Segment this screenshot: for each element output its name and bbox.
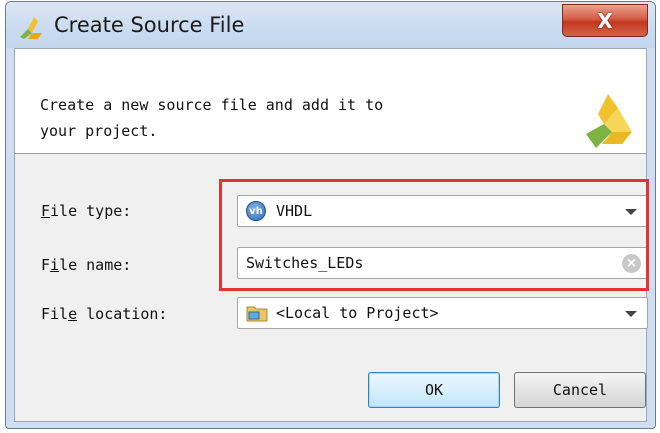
window-title: Create Source File: [54, 13, 245, 37]
clear-icon[interactable]: ×: [622, 254, 641, 273]
vivado-logo-icon: [586, 94, 632, 148]
vhdl-icon: vh: [246, 201, 266, 221]
dialog-body: Create a new source file and add it to y…: [14, 48, 649, 422]
create-source-file-dialog: Create Source File X Create a new source…: [5, 1, 656, 429]
vivado-logo-icon: [20, 17, 42, 39]
close-icon: X: [597, 8, 613, 33]
chevron-down-icon: [625, 209, 637, 215]
close-button[interactable]: X: [562, 4, 648, 37]
file-location-value: <Local to Project>: [276, 304, 439, 322]
file-name-label: File name:: [41, 256, 132, 274]
file-location-label: File location:: [41, 305, 168, 323]
folder-icon: [246, 306, 268, 322]
header-panel: Create a new source file and add it to y…: [15, 49, 646, 154]
description-line-1: Create a new source file and add it to: [40, 96, 384, 114]
file-name-input[interactable]: Switches_LEDs ×: [237, 247, 648, 279]
file-location-dropdown[interactable]: <Local to Project>: [237, 297, 648, 329]
file-name-value: Switches_LEDs: [246, 254, 364, 272]
file-type-value: VHDL: [276, 202, 313, 220]
chevron-down-icon: [625, 311, 637, 317]
title-bar[interactable]: Create Source File X: [6, 2, 655, 48]
file-type-label: File type:: [41, 202, 132, 220]
ok-button[interactable]: OK: [368, 372, 500, 408]
description-line-2: your project.: [40, 122, 158, 140]
cancel-button[interactable]: Cancel: [514, 372, 646, 408]
file-type-dropdown[interactable]: vh VHDL: [237, 195, 648, 227]
